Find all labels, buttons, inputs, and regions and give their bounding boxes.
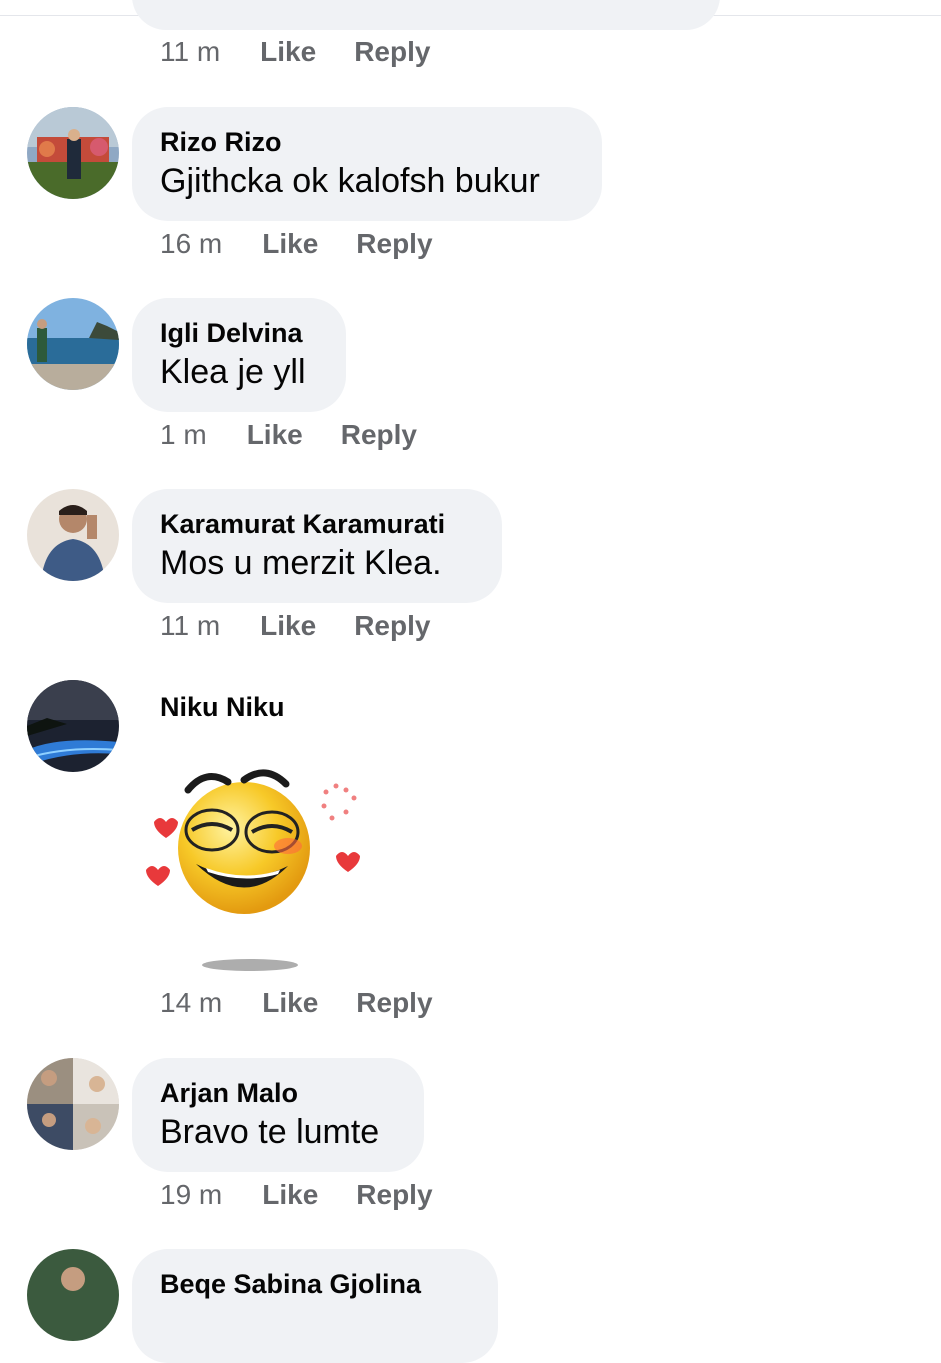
like-button[interactable]: Like (262, 1179, 318, 1211)
like-button[interactable]: Like (262, 987, 318, 1019)
reply-button[interactable]: Reply (356, 228, 432, 260)
avatar[interactable] (27, 680, 119, 772)
reply-button[interactable]: Reply (356, 987, 432, 1019)
comment-time[interactable]: 1 m (160, 419, 207, 451)
comment-time[interactable]: 16 m (160, 228, 222, 260)
comment-text: Klea je yll (160, 353, 306, 391)
like-button[interactable]: Like (247, 419, 303, 451)
comment-time[interactable]: 11 m (160, 36, 220, 68)
comment-actions: 11 m Like Reply (160, 610, 430, 642)
reply-button[interactable]: Reply (354, 610, 430, 642)
comment-bubble: Igli Delvina Klea je yll (132, 298, 346, 412)
comment-actions: 19 m Like Reply (160, 1179, 433, 1211)
avatar[interactable] (27, 107, 119, 199)
comment-text: Gjithcka ok kalofsh bukur (160, 162, 540, 200)
comment-actions: 1 m Like Reply (160, 419, 417, 451)
avatar[interactable] (27, 489, 119, 581)
comment-text: Mos u merzit Klea. (160, 544, 442, 582)
commenter-name[interactable]: Arjan Malo (160, 1076, 396, 1110)
comment-bubble: Rizo Rizo Gjithcka ok kalofsh bukur (132, 107, 602, 221)
comment-time[interactable]: 14 m (160, 987, 222, 1019)
commenter-name[interactable]: Beqe Sabina Gjolina (160, 1267, 470, 1301)
like-button[interactable]: Like (260, 36, 316, 68)
comment-actions: 14 m Like Reply (160, 987, 433, 1019)
comment-actions: 16 m Like Reply (160, 228, 433, 260)
reply-button[interactable]: Reply (341, 419, 417, 451)
reply-button[interactable]: Reply (354, 36, 430, 68)
comment-bubble: Beqe Sabina Gjolina (132, 1249, 498, 1363)
comment-time[interactable]: 11 m (160, 610, 220, 642)
like-button[interactable]: Like (260, 610, 316, 642)
commenter-name[interactable]: Karamurat Karamurati (160, 507, 474, 541)
reply-button[interactable]: Reply (356, 1179, 432, 1211)
avatar[interactable] (27, 1058, 119, 1150)
comment-bubble: Arjan Malo Bravo te lumte (132, 1058, 424, 1172)
comment-actions: 11 m Like Reply (160, 36, 430, 68)
commenter-name[interactable]: Igli Delvina (160, 316, 318, 350)
comment-bubble-partial (132, 0, 720, 30)
laughing-wink-emoji-icon (140, 760, 370, 980)
like-button[interactable]: Like (262, 228, 318, 260)
avatar[interactable] (27, 298, 119, 390)
comment-text: Bravo te lumte (160, 1113, 380, 1151)
comment-bubble: Karamurat Karamurati Mos u merzit Klea. (132, 489, 502, 603)
comment-time[interactable]: 19 m (160, 1179, 222, 1211)
commenter-name[interactable]: Niku Niku (160, 692, 285, 723)
avatar[interactable] (27, 1249, 119, 1341)
commenter-name[interactable]: Rizo Rizo (160, 125, 574, 159)
